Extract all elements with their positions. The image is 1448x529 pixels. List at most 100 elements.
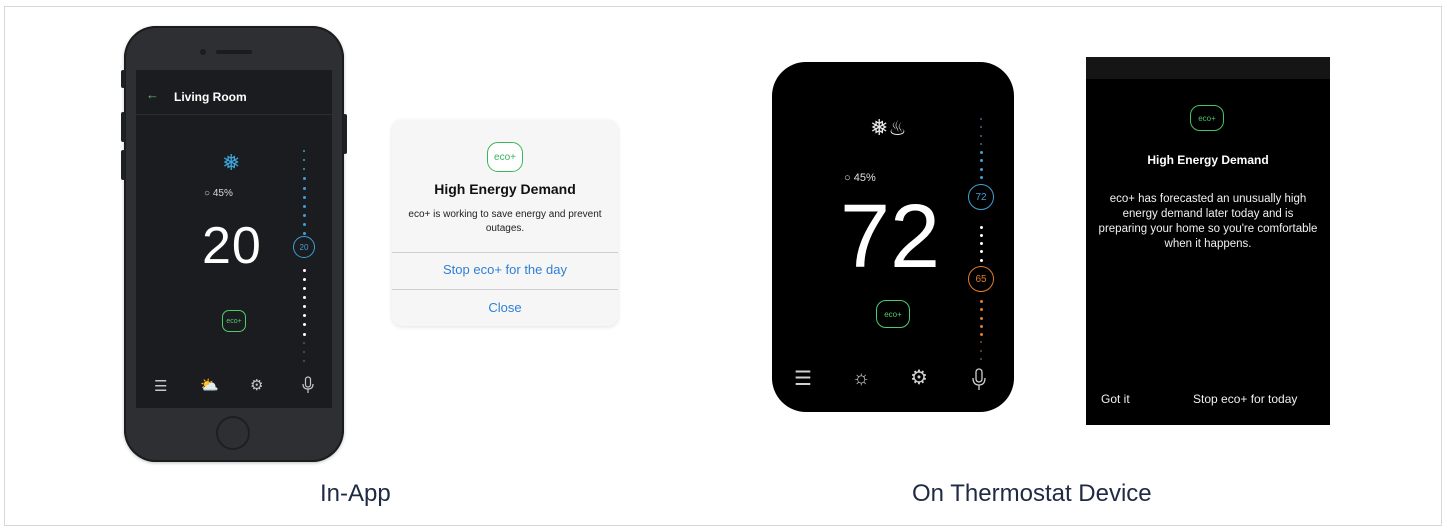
eco-plus-alert-dialog: eco+ High Energy Demand eco+ is working …	[392, 120, 618, 326]
weather-icon[interactable]: ⛅	[200, 378, 219, 393]
slider-dot	[979, 159, 983, 163]
menu-icon[interactable]: ☰	[154, 379, 167, 394]
app-humidity: ○ 45%	[204, 188, 233, 199]
phone-volume-up	[121, 112, 125, 142]
phone-mute-switch	[121, 70, 125, 88]
thermostat-humidity-value: 45%	[853, 172, 876, 184]
slider-dot	[979, 300, 983, 304]
alert-title: High Energy Demand	[1147, 153, 1269, 167]
slider-dot	[302, 268, 306, 272]
slider-dot	[979, 242, 983, 246]
slider-dot	[980, 142, 982, 145]
slider-dot	[302, 186, 306, 190]
phone-speaker	[216, 50, 252, 54]
app-humidity-value: 45%	[212, 188, 233, 199]
device-caption: On Thermostat Device	[912, 480, 1152, 507]
thermostat-device: ❅♨ ○ 45% 72 72 65 eco+ ☰ ☼ ⚙	[772, 62, 1014, 412]
settings-icon[interactable]: ⚙	[250, 378, 263, 393]
microphone-icon[interactable]	[972, 368, 986, 392]
app-bottom-nav: ☰ ⛅ ⚙	[136, 366, 332, 408]
slider-dot	[980, 118, 982, 120]
slider-dot	[979, 308, 983, 312]
slider-dot	[303, 150, 305, 152]
phone-power-button	[343, 114, 347, 154]
alert-eco-plus-badge: eco+	[1190, 105, 1224, 131]
slider-dot	[302, 204, 306, 208]
microphone-icon[interactable]	[302, 376, 314, 394]
app-setpoint-handle[interactable]: 20	[293, 236, 315, 258]
slider-dot	[302, 232, 306, 236]
dialog-divider	[392, 289, 618, 290]
got-it-button[interactable]: Got it	[1101, 392, 1130, 406]
slider-dot	[302, 305, 306, 309]
slider-dot	[980, 126, 982, 129]
slider-dot	[303, 260, 306, 263]
slider-dot	[302, 195, 306, 199]
slider-dot	[979, 316, 983, 320]
alert-status-bar	[1086, 57, 1330, 79]
slider-dot	[980, 349, 982, 352]
slider-dot	[979, 333, 983, 337]
in-app-caption: In-App	[320, 480, 391, 507]
slider-dot	[302, 177, 306, 181]
slider-dot	[979, 250, 983, 254]
thermostat-bottom-nav: ☰ ☼ ⚙	[772, 362, 1014, 402]
slider-dot	[979, 258, 983, 262]
phone-volume-down	[121, 150, 125, 180]
slider-dot	[302, 213, 306, 217]
stop-eco-for-today-button[interactable]: Stop eco+ for today	[1193, 392, 1297, 406]
cool-setpoint-handle[interactable]: 72	[968, 184, 994, 210]
slider-dot	[302, 296, 306, 300]
slider-dot	[303, 341, 305, 344]
stop-eco-for-day-button[interactable]: Stop eco+ for the day	[392, 262, 618, 277]
slider-dot	[302, 286, 306, 290]
slider-dot	[302, 332, 306, 336]
slider-dot	[302, 223, 306, 227]
droplet-icon: ○	[204, 188, 211, 199]
slider-dot	[303, 360, 305, 362]
app-header: ← Living Room	[136, 70, 332, 115]
alert-message: eco+ has forecasted an unusually high en…	[1098, 193, 1318, 250]
heat-setpoint-handle[interactable]: 65	[968, 266, 994, 292]
settings-icon[interactable]: ⚙	[910, 368, 928, 388]
slider-dot	[303, 350, 305, 353]
thermostat-humidity: ○ 45%	[844, 172, 876, 184]
slider-dot	[979, 225, 983, 229]
slider-dot	[303, 168, 305, 171]
slider-dot	[980, 341, 982, 344]
menu-icon[interactable]: ☰	[794, 369, 812, 389]
slider-dot	[302, 314, 306, 318]
slider-dot	[979, 324, 983, 328]
slider-dot	[980, 292, 983, 295]
phone-camera	[200, 49, 206, 55]
slider-dot	[979, 233, 983, 237]
slider-dot	[979, 151, 983, 155]
slider-dot	[980, 217, 983, 220]
phone-screen: ← Living Room ❅ ○ 45% 20 20 eco+ ☰ ⛅ ⚙	[136, 70, 332, 408]
thermostat-temperature-slider[interactable]	[979, 118, 983, 360]
cooling-snowflake-icon: ❅	[222, 150, 241, 175]
slider-dot	[979, 167, 983, 171]
thermostat-current-temperature: 72	[840, 187, 941, 287]
slider-dot	[302, 323, 306, 327]
app-eco-plus-badge[interactable]: eco+	[222, 310, 246, 332]
dialog-title: High Energy Demand	[434, 181, 576, 197]
slider-dot	[980, 358, 982, 360]
heat-cool-mode-icon: ❅♨	[870, 115, 907, 141]
dialog-divider	[392, 252, 618, 253]
dialog-message: eco+ is working to save energy and preve…	[408, 209, 602, 234]
thermostat-eco-plus-badge[interactable]: eco+	[876, 300, 910, 328]
slider-dot	[303, 159, 305, 162]
slider-dot	[980, 134, 982, 137]
droplet-icon: ○	[844, 172, 851, 184]
dialog-close-button[interactable]: Close	[392, 300, 618, 315]
dialog-eco-plus-badge: eco+	[487, 142, 523, 172]
app-header-title: Living Room	[174, 90, 247, 104]
slider-dot	[979, 175, 983, 179]
slider-dot	[302, 277, 306, 281]
phone-home-button[interactable]	[216, 416, 250, 450]
back-arrow-icon[interactable]: ←	[146, 88, 159, 101]
thermostat-eco-alert-screen: eco+ High Energy Demand eco+ has forecas…	[1086, 57, 1330, 425]
sun-icon[interactable]: ☼	[852, 368, 870, 388]
app-current-temperature: 20	[202, 217, 262, 275]
